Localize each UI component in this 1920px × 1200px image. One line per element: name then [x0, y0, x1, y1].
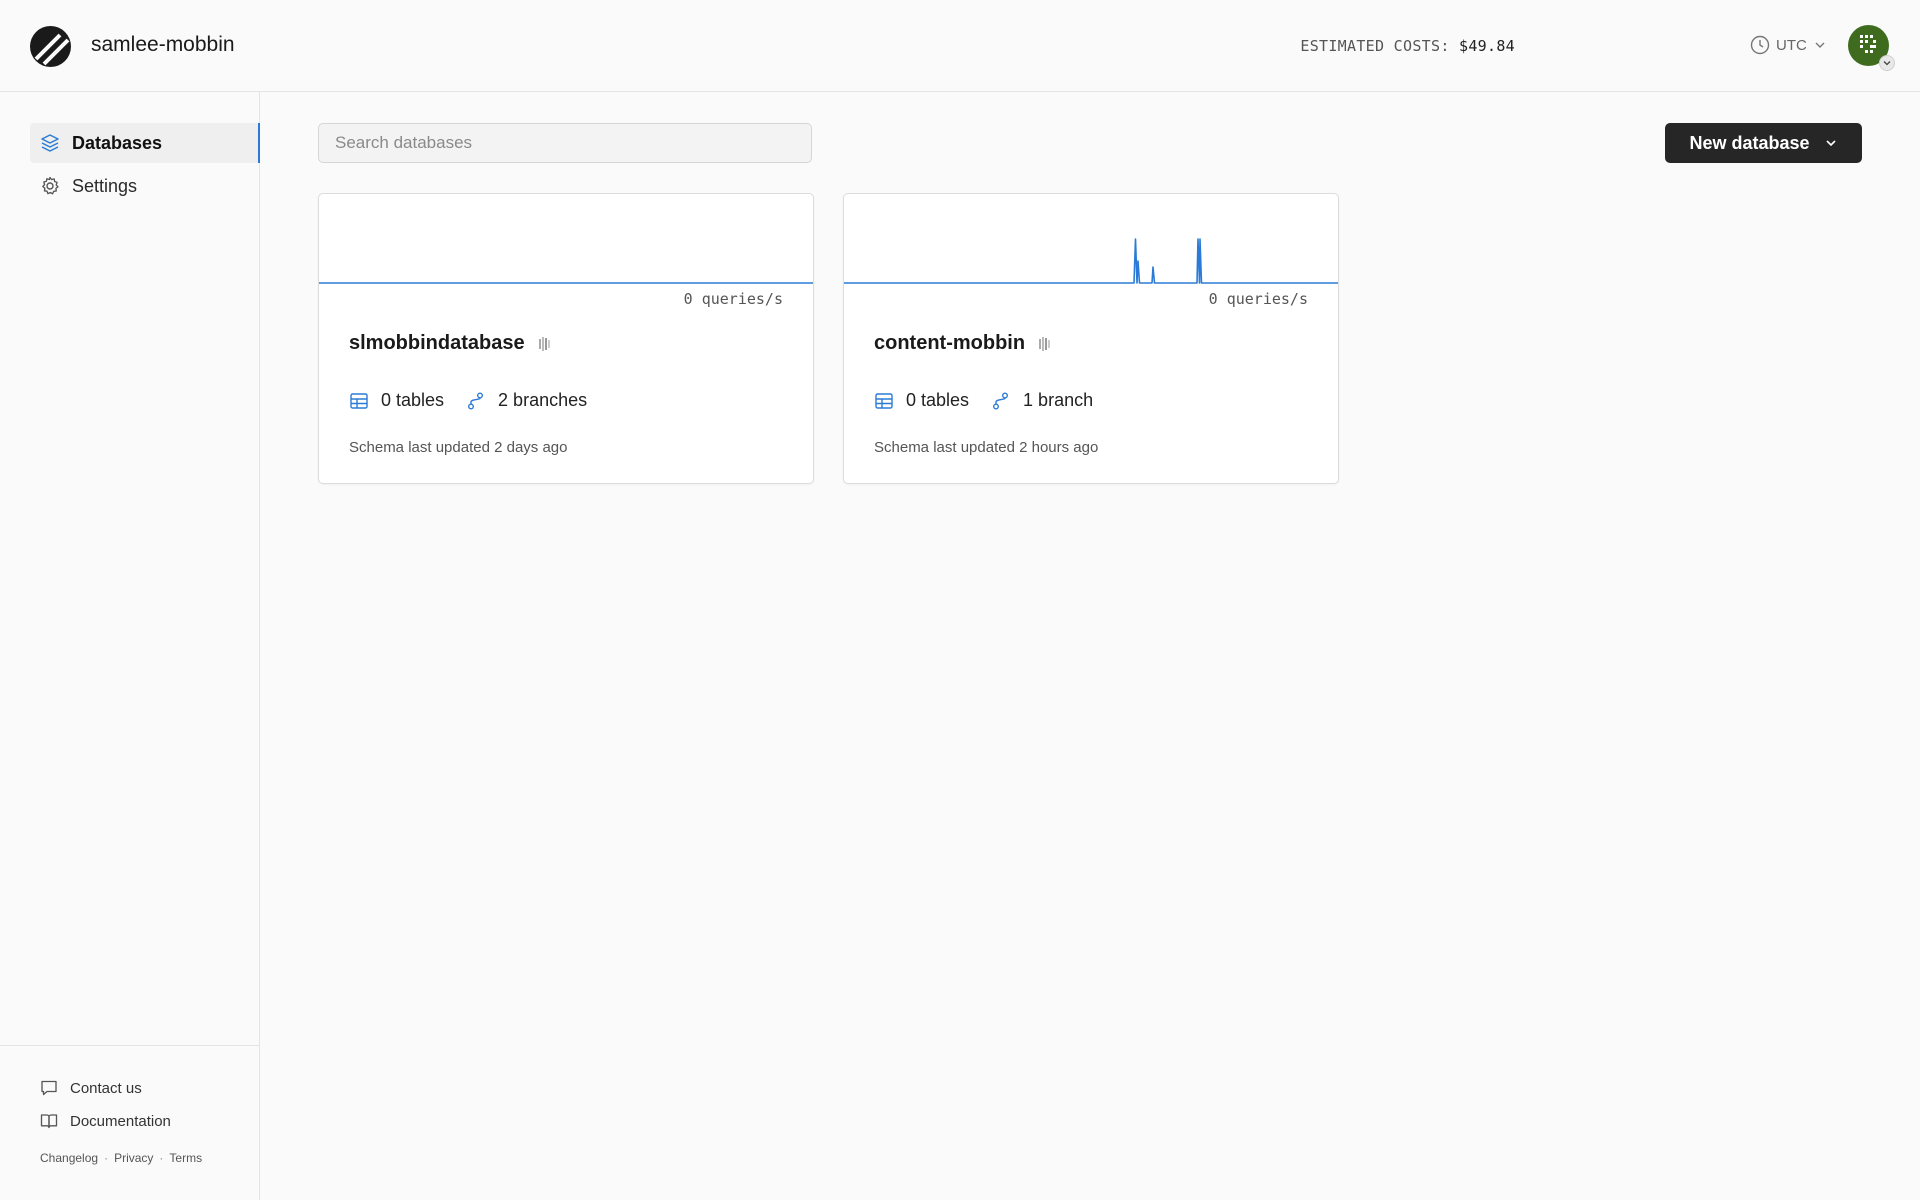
sidebar-item-label: Settings: [72, 175, 138, 196]
sidebar-item-settings[interactable]: Settings: [30, 166, 260, 206]
legal-links: Changelog · Privacy · Terms: [40, 1151, 202, 1165]
branches-count: 1 branch: [991, 390, 1093, 411]
separator-dot: ·: [104, 1151, 109, 1165]
card-title-row: slmobbindatabase: [349, 332, 553, 355]
changelog-link[interactable]: Changelog: [40, 1151, 98, 1165]
queries-per-second: 0 queries/s: [683, 290, 783, 308]
branch-icon: [468, 392, 484, 409]
sidebar-footer: Contact us Documentation Changelog · Pri…: [0, 1045, 259, 1200]
contact-us-link[interactable]: Contact us: [40, 1079, 142, 1097]
sidebar: Databases Settings Contact us Documentat…: [0, 92, 260, 1200]
layers-icon: [41, 134, 59, 152]
documentation-label: Documentation: [70, 1112, 171, 1130]
branches-count: 2 branches: [466, 390, 587, 411]
schema-updated: Schema last updated 2 hours ago: [874, 439, 1099, 456]
chevron-down-icon: [1815, 42, 1825, 48]
avatar[interactable]: [1848, 25, 1895, 71]
database-card[interactable]: 0 queries/s content-mobbin 0 tables 1 br…: [843, 193, 1339, 484]
sleeping-status-icon: [1039, 336, 1051, 351]
terms-link[interactable]: Terms: [169, 1151, 202, 1165]
tables-count: 0 tables: [349, 390, 444, 411]
tables-count: 0 tables: [874, 390, 969, 411]
database-card[interactable]: 0 queries/s slmobbindatabase 0 tables 2 …: [318, 193, 814, 484]
top-header: samlee-mobbin ESTIMATED COSTS: $49.84 UT…: [0, 0, 1920, 92]
book-icon: [40, 1114, 58, 1129]
database-name[interactable]: content-mobbin: [874, 332, 1025, 355]
contact-us-label: Contact us: [70, 1079, 142, 1097]
avatar-pattern-icon: [1860, 35, 1876, 53]
table-icon: [350, 392, 368, 409]
chat-bubble-icon: [41, 1080, 57, 1096]
privacy-link[interactable]: Privacy: [114, 1151, 153, 1165]
card-title-row: content-mobbin: [874, 332, 1053, 355]
avatar-menu-badge[interactable]: [1879, 55, 1895, 71]
schema-updated: Schema last updated 2 days ago: [349, 439, 568, 456]
sidebar-item-databases[interactable]: Databases: [30, 123, 260, 163]
new-database-label: New database: [1689, 132, 1810, 153]
estimated-costs: ESTIMATED COSTS: $49.84: [1300, 37, 1515, 55]
query-activity-sparkline: [844, 238, 1338, 284]
database-meta: 0 tables 2 branches: [349, 390, 587, 411]
documentation-link[interactable]: Documentation: [40, 1112, 171, 1130]
clock-icon: [1750, 35, 1770, 55]
gear-icon: [42, 176, 59, 195]
timezone-label: UTC: [1776, 36, 1807, 54]
branch-icon: [993, 392, 1009, 409]
search-input[interactable]: [318, 123, 812, 163]
new-database-button[interactable]: New database: [1665, 123, 1862, 163]
query-activity-sparkline: [319, 282, 813, 284]
sidebar-item-label: Databases: [72, 132, 163, 153]
costs-label: ESTIMATED COSTS:: [1300, 37, 1450, 55]
queries-per-second: 0 queries/s: [1208, 290, 1308, 308]
org-name[interactable]: samlee-mobbin: [91, 33, 235, 57]
branches-label: 2 branches: [498, 390, 588, 410]
database-meta: 0 tables 1 branch: [874, 390, 1093, 411]
branches-label: 1 branch: [1023, 390, 1094, 410]
tables-label: 0 tables: [381, 390, 445, 410]
chevron-down-icon: [1883, 61, 1891, 66]
sleeping-status-icon: [538, 336, 550, 351]
separator-dot: ·: [159, 1151, 164, 1165]
timezone-selector[interactable]: UTC: [1750, 35, 1827, 55]
costs-value: $49.84: [1459, 37, 1515, 55]
tables-label: 0 tables: [906, 390, 970, 410]
database-name[interactable]: slmobbindatabase: [349, 332, 525, 355]
table-icon: [875, 392, 893, 409]
planetscale-logo-icon[interactable]: [30, 26, 71, 67]
chevron-down-icon: [1825, 140, 1836, 147]
